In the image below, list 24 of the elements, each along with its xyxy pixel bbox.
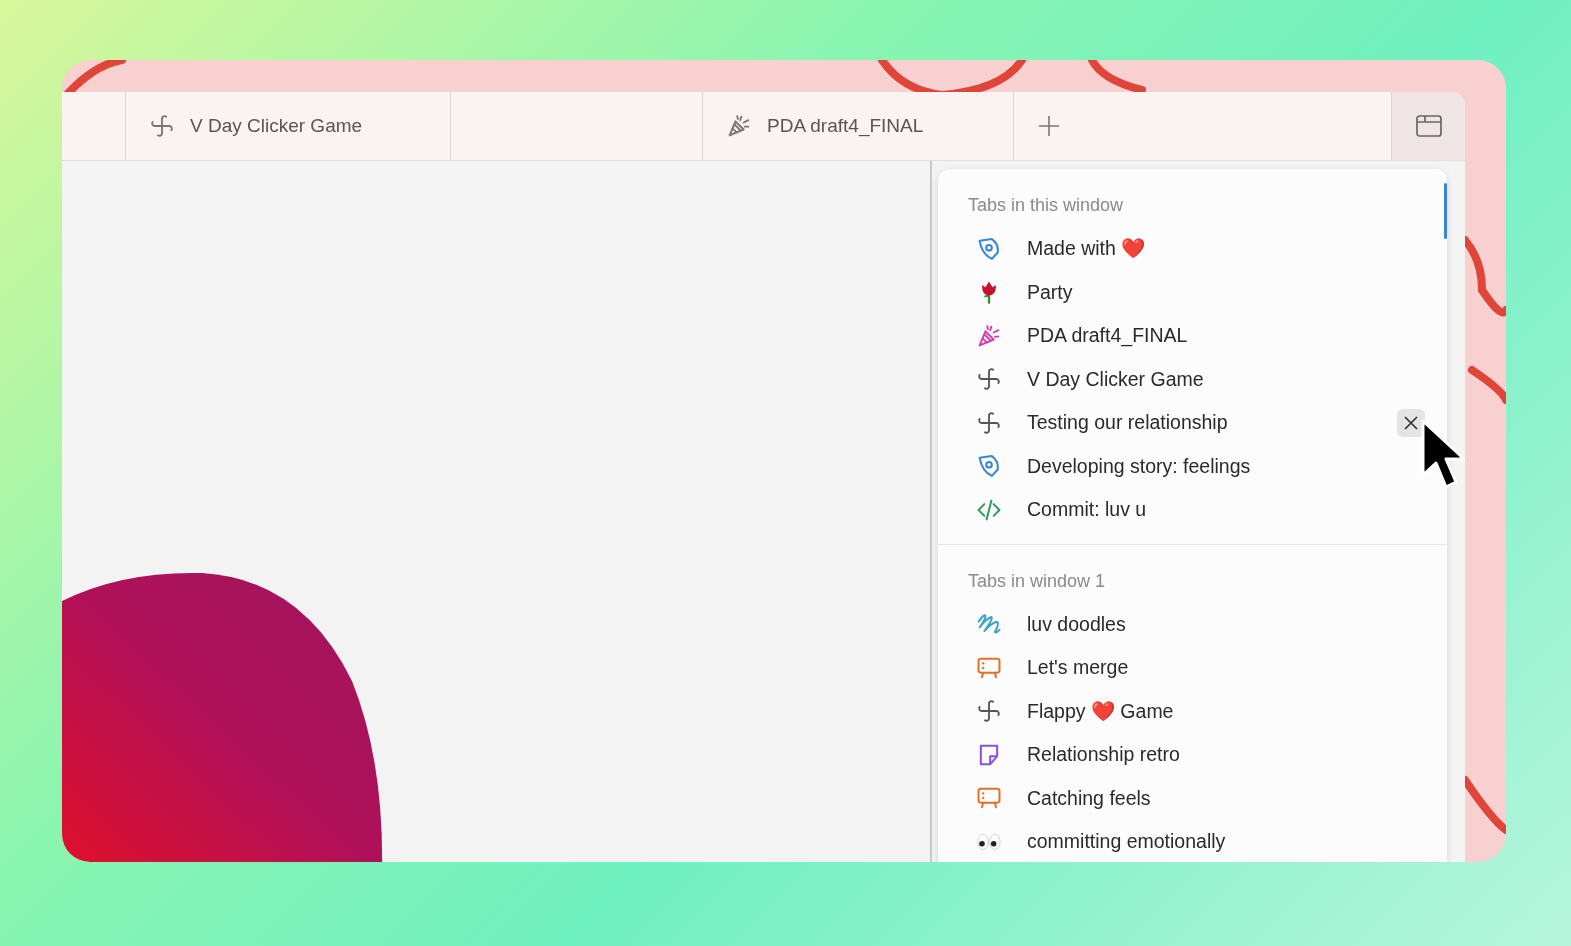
tab-list-item[interactable]: PDA draft4_FINAL <box>938 314 1447 358</box>
close-button[interactable] <box>1397 408 1425 437</box>
section-heading: Tabs in this window <box>967 194 1124 217</box>
scrollbar[interactable] <box>1444 183 1447 239</box>
tab-list-item[interactable]: Catching feels <box>938 776 1447 820</box>
tab-list-item[interactable]: Commit: luv u <box>938 488 1447 532</box>
tab-list-item[interactable]: Flappy ❤ Game <box>938 689 1447 733</box>
tab-list-item[interactable]: Testing our relationship <box>938 401 1447 445</box>
tab-list-item[interactable]: Let's merge <box>938 646 1447 690</box>
pinwheel-icon <box>148 112 176 140</box>
tab-list-item[interactable]: Developing story: feelings <box>938 444 1447 488</box>
plus-icon[interactable] <box>1038 115 1060 137</box>
tab-list-item[interactable]: luv doodles <box>938 602 1447 646</box>
close-icon <box>1403 414 1419 431</box>
panel-icon <box>1414 114 1443 138</box>
tab-list-item[interactable]: committing emotionally <box>938 820 1447 862</box>
browser-tab[interactable]: V Day Clicker Game <box>126 92 451 160</box>
tab-list-item[interactable]: Party <box>938 270 1447 314</box>
section-heading: Tabs in window 1 <box>967 569 1106 593</box>
tab-list-item[interactable]: Made with ❤ <box>938 227 1447 271</box>
tab-list-item[interactable]: Relationship retro <box>938 733 1447 777</box>
browser-tab[interactable]: PDA draft4_FINAL <box>703 92 1014 160</box>
sidebar-toggle-button[interactable] <box>1391 92 1465 160</box>
tab-list-item[interactable]: V Day Clicker Game <box>938 357 1447 401</box>
